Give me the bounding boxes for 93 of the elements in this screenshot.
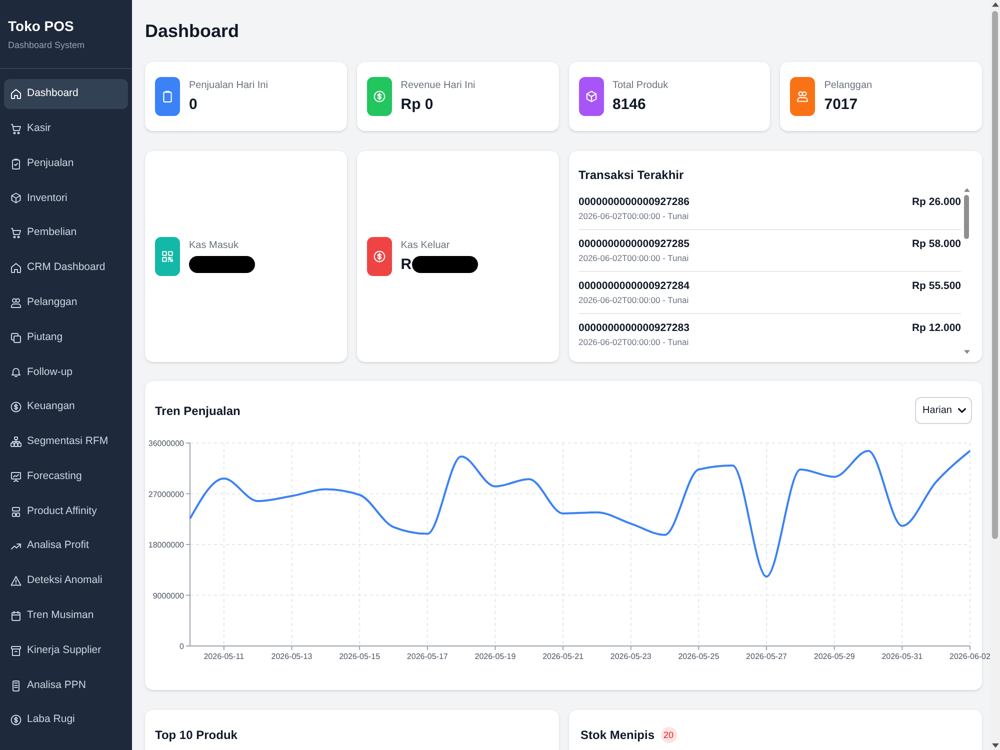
x-tick-label: 2026-05-15 [339, 652, 380, 661]
list-scrollbar[interactable] [963, 188, 970, 354]
cash-label: Kas Keluar [400, 238, 451, 252]
period-select[interactable]: Harian [914, 397, 972, 424]
sidebar-item[interactable]: Laba Rugi [4, 705, 128, 736]
cash-value: R [400, 254, 412, 274]
cart-icon [10, 227, 22, 240]
y-tick-label: 36000000 [148, 439, 184, 448]
x-tick-label: 2026-05-13 [271, 652, 312, 661]
card-title: Transaksi Terakhir [578, 167, 685, 183]
transaction-amount: Rp 26.000 [912, 195, 961, 210]
dollar-circle-icon [10, 714, 22, 726]
stat-value: Rp 0 [400, 94, 434, 114]
stat-value: 8146 [612, 94, 647, 114]
home-icon [10, 262, 22, 274]
warning-icon [10, 575, 22, 588]
stat-value: 7017 [824, 94, 859, 114]
sidebar-item[interactable]: Pelanggan [4, 288, 128, 318]
x-tick-label: 2026-05-27 [746, 652, 787, 661]
scroll-down-arrow-icon[interactable] [992, 743, 998, 748]
count-badge: 20 [660, 727, 677, 743]
cash-label: Kas Masuk [189, 238, 240, 252]
home-icon [10, 88, 22, 100]
x-tick-label: 2026-05-25 [678, 652, 720, 661]
sidebar-item[interactable]: Analisa Profit [4, 531, 128, 562]
sidebar-item[interactable]: Pembelian [4, 218, 128, 248]
brand-title: Toko POS [8, 17, 75, 35]
layout-icon [10, 506, 22, 518]
y-tick-label: 27000000 [148, 490, 184, 499]
transaction-meta: 2026-06-02T00:00:00 - Tunai [578, 210, 690, 222]
sidebar-item[interactable]: Dashboard [4, 79, 128, 109]
sidebar-item[interactable]: Piutang [4, 322, 128, 353]
sidebar-item[interactable]: CRM Dashboard [4, 252, 128, 283]
sidebar-item[interactable]: Keuangan [4, 392, 128, 422]
stat-label: Pelanggan [824, 78, 872, 92]
org-chart-icon [10, 436, 22, 448]
transaction-amount: Rp 12.000 [912, 321, 961, 336]
brand-subtitle: Dashboard System [8, 39, 86, 51]
bell-icon [10, 366, 22, 378]
sidebar-item[interactable]: Inventori [4, 183, 128, 214]
stat-label: Revenue Hari Ini [400, 78, 476, 92]
sidebar-item[interactable]: Segmentasi RFM [4, 426, 128, 457]
clipboard-check-icon [10, 158, 22, 170]
card-title: Tren Penjualan [155, 402, 240, 418]
sidebar-item[interactable]: Kasir [4, 114, 128, 144]
scroll-up-arrow-icon[interactable] [964, 188, 970, 192]
stat-value: 0 [189, 94, 198, 114]
archive-icon [10, 644, 22, 657]
page-title: Dashboard [145, 20, 240, 43]
x-tick-label: 2026-06-02 [950, 652, 990, 661]
transaction-meta: 2026-06-02T00:00:00 - Tunai [578, 294, 690, 306]
transaction-meta: 2026-06-02T00:00:00 - Tunai [578, 252, 690, 264]
sidebar-item[interactable]: Kinerja Supplier [4, 636, 128, 666]
transaction-id: 0000000000000927285 [578, 237, 690, 251]
x-tick-label: 2026-05-23 [610, 652, 652, 661]
x-tick-label: 2026-05-29 [814, 652, 855, 661]
card-title: Top 10 Produk [155, 727, 238, 743]
sidebar-item[interactable]: Analisa PPN [4, 670, 128, 701]
calculator-icon [10, 680, 22, 692]
presentation-chart-icon [10, 470, 22, 483]
y-tick-label: 0 [180, 642, 184, 651]
scroll-up-arrow-icon[interactable] [992, 2, 998, 7]
sidebar-item[interactable]: Deteksi Anomali [4, 566, 128, 596]
sidebar-item[interactable]: Product Affinity [4, 496, 128, 527]
users-icon [10, 296, 22, 309]
stat-label: Total Produk [612, 78, 668, 92]
scroll-down-arrow-icon[interactable] [964, 350, 970, 354]
y-tick-label: 18000000 [148, 540, 184, 550]
sidebar-item[interactable]: Tren Musiman [4, 600, 128, 631]
x-tick-label: 2026-05-17 [406, 652, 448, 661]
cart-icon [10, 122, 22, 135]
sidebar-item[interactable]: Follow-up [4, 357, 128, 388]
stat-label: Penjualan Hari Ini [189, 78, 268, 92]
card-title: Stok Menipis [580, 727, 655, 743]
y-tick-label: 9000000 [152, 591, 184, 600]
sidebar-item[interactable]: Forecasting [4, 462, 128, 492]
x-tick-label: 2026-05-21 [542, 652, 584, 661]
transaction-id: 0000000000000927284 [578, 279, 690, 293]
box-icon [10, 192, 22, 204]
caret-icon [958, 408, 966, 413]
transaction-id: 0000000000000927286 [578, 195, 690, 209]
transaction-id: 0000000000000927283 [578, 321, 690, 335]
transaction-amount: Rp 58.000 [912, 237, 961, 252]
calendar-icon [10, 610, 22, 622]
transaction-meta: 2026-06-02T00:00:00 - Tunai [578, 336, 690, 348]
sidebar-item[interactable]: Penjualan [4, 148, 128, 179]
transaction-amount: Rp 55.500 [912, 279, 961, 294]
x-tick-label: 2026-05-19 [474, 652, 516, 661]
page-scrollbar[interactable] [990, 0, 1000, 750]
x-tick-label: 2026-05-11 [204, 652, 244, 661]
dollar-circle-icon [10, 401, 22, 414]
copy-icon [10, 332, 22, 344]
x-tick-label: 2026-05-31 [882, 652, 923, 661]
